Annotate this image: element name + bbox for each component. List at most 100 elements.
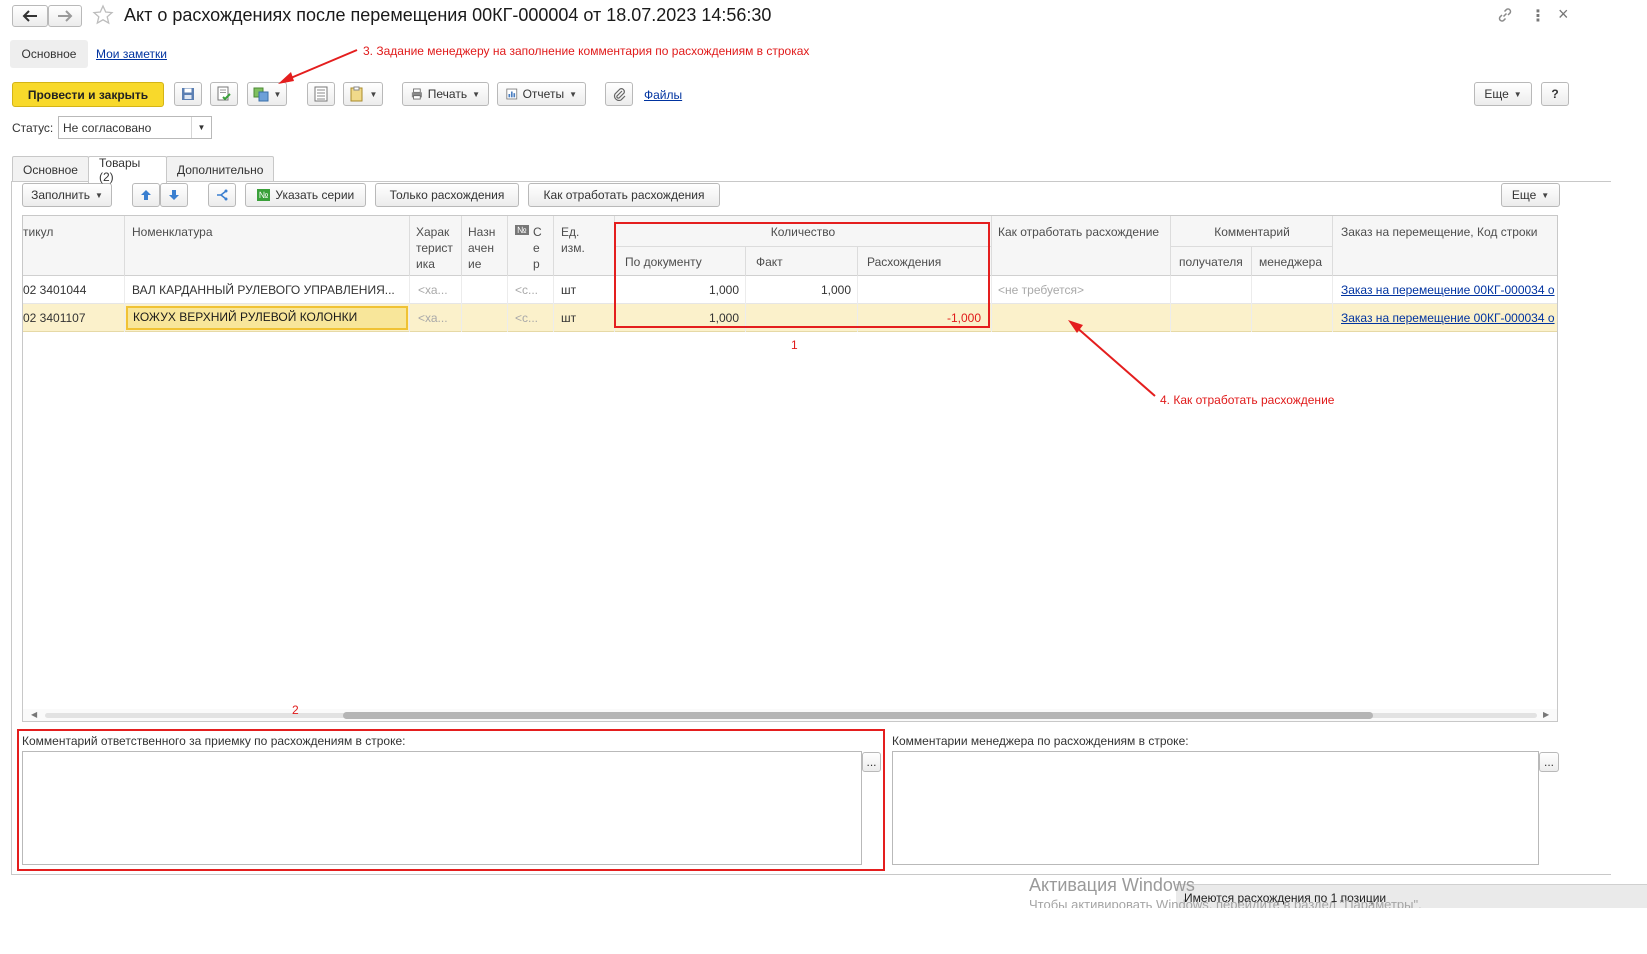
grid-line [1251, 246, 1252, 276]
arrow-down-icon [169, 190, 179, 200]
cell-characteristic: <ха... [418, 311, 448, 325]
link-icon[interactable] [1497, 7, 1513, 26]
header-order[interactable]: Заказ на перемещение, Код строки [1341, 224, 1538, 240]
windows-activation-title: Активация Windows [1029, 875, 1195, 895]
status-label: Статус: [12, 121, 54, 135]
fill-label: Заполнить [31, 188, 90, 202]
help-button[interactable]: ? [1541, 82, 1569, 106]
help-label: ? [1551, 87, 1559, 101]
header-series[interactable]: С е р [533, 224, 542, 272]
manager-comment-label: Комментарии менеджера по расхождениям в … [892, 734, 1189, 748]
cell-series: <с... [515, 283, 539, 297]
print-button[interactable]: Печать ▼ [402, 82, 489, 106]
header-unit[interactable]: Ед. изм. [561, 224, 593, 256]
status-select[interactable]: Не согласовано ▼ [58, 116, 212, 139]
tab-goods[interactable]: Товары (2) [88, 156, 167, 184]
reports-button[interactable]: Отчеты ▼ [497, 82, 586, 106]
header-purpose[interactable]: Назн ачен ие [468, 224, 502, 272]
grid-line [409, 216, 410, 276]
fill-button[interactable]: Заполнить ▼ [22, 183, 112, 207]
header-article[interactable]: тикул [23, 224, 53, 240]
specify-series-button[interactable]: № Указать серии [245, 183, 366, 207]
cell-order-link[interactable]: Заказ на перемещение 00КГ-000034 о [1341, 283, 1557, 297]
manager-comment-expand-button[interactable]: ... [1539, 752, 1559, 772]
save-icon [182, 88, 194, 100]
attach-file-button[interactable] [605, 82, 633, 106]
nav-notes-link[interactable]: Мои заметки [96, 47, 167, 61]
horizontal-scrollbar[interactable]: ◀ ▶ [23, 709, 1557, 721]
post-button[interactable] [210, 82, 238, 106]
tab-additional[interactable]: Дополнительно [166, 156, 274, 182]
close-icon[interactable]: × [1558, 4, 1569, 25]
grid-line [409, 276, 410, 332]
create-based-on-button[interactable]: ▼ [247, 82, 287, 106]
tab-additional-label: Дополнительно [177, 162, 264, 177]
manager-comment-expand-label: ... [1543, 755, 1554, 769]
save-button[interactable] [174, 82, 202, 106]
only-discrepancies-button[interactable]: Только расхождения [375, 183, 519, 207]
grid-line [507, 216, 508, 276]
favorite-star-icon[interactable] [92, 4, 114, 29]
create-based-on-icon [253, 87, 269, 102]
table-more-button[interactable]: Еще ▼ [1501, 183, 1560, 207]
forward-button[interactable] [48, 5, 82, 27]
annotation-quantity-box [614, 222, 990, 328]
cell-article: 02 3401044 [23, 283, 87, 297]
how-process-discrepancies-label: Как отработать расхождения [543, 188, 705, 202]
scroll-right-icon[interactable]: ▶ [1543, 710, 1549, 719]
windows-activation-subtitle: Чтобы активировать Windows, перейдите в … [1029, 897, 1422, 908]
paperclip-icon [613, 88, 626, 101]
header-comment: Комментарий [1214, 225, 1290, 239]
report-icon [506, 88, 518, 100]
post-and-close-label: Провести и закрыть [27, 87, 149, 102]
tab-main[interactable]: Основное [12, 156, 89, 182]
files-link[interactable]: Файлы [644, 88, 682, 102]
series-header-icon-label: № [517, 225, 527, 235]
move-down-button[interactable] [160, 183, 188, 207]
specify-series-label: Указать серии [275, 188, 355, 202]
more-vertical-icon[interactable]: ⋮ [1530, 6, 1546, 26]
post-document-icon [217, 86, 231, 101]
header-comment-recipient[interactable]: получателя [1179, 254, 1243, 270]
grid-line [991, 216, 992, 276]
header-nomenclature[interactable]: Номенклатура [132, 224, 213, 240]
how-process-discrepancies-button[interactable]: Как отработать расхождения [528, 183, 720, 207]
post-and-close-button[interactable]: Провести и закрыть [12, 82, 164, 107]
chevron-down-icon: ▼ [472, 89, 480, 99]
back-button[interactable] [12, 5, 48, 27]
more-button[interactable]: Еще ▼ [1474, 82, 1532, 106]
more-label: Еще [1484, 87, 1509, 101]
cell-nomenclature: КОЖУХ ВЕРХНИЙ РУЛЕВОЙ КОЛОНКИ [133, 310, 358, 324]
printer-icon [411, 88, 422, 100]
document-structure-button[interactable] [307, 82, 335, 106]
chevron-down-icon: ▼ [273, 89, 282, 99]
header-comment-manager[interactable]: менеджера [1259, 254, 1322, 270]
only-discrepancies-label: Только расхождения [389, 188, 505, 202]
grid-line [124, 216, 125, 276]
move-up-button[interactable] [132, 183, 160, 207]
header-how-process[interactable]: Как отработать расхождение [998, 224, 1159, 240]
grid-line [124, 276, 125, 332]
grid-line [991, 276, 992, 332]
cell-order-link[interactable]: Заказ на перемещение 00КГ-000034 о [1341, 311, 1557, 325]
split-icon [217, 189, 228, 201]
arrow-right-icon [58, 10, 73, 22]
attachments-dropdown-button[interactable]: ▼ [343, 82, 383, 106]
scrollbar-thumb[interactable] [343, 712, 1373, 719]
table-more-label: Еще [1511, 188, 1537, 202]
split-line-button[interactable] [208, 183, 236, 207]
annotation-2-label: 2 [292, 703, 299, 717]
cell-series: <с... [515, 311, 539, 325]
scroll-left-icon[interactable]: ◀ [31, 710, 37, 719]
arrow-up-icon [141, 190, 151, 200]
chevron-down-icon: ▼ [95, 190, 103, 200]
clipboard-icon [350, 86, 363, 102]
manager-comment-field[interactable] [892, 751, 1539, 865]
grid-line [507, 276, 508, 332]
chevron-down-icon: ▼ [1541, 190, 1550, 200]
header-characteristic[interactable]: Харак терист ика [416, 224, 458, 272]
nav-main-tab[interactable]: Основное [10, 40, 88, 68]
window-title: Акт о расхождениях после перемещения 00К… [124, 5, 772, 25]
cell-nomenclature: ВАЛ КАРДАННЫЙ РУЛЕВОГО УПРАВЛЕНИЯ... [132, 283, 395, 297]
chevron-down-icon[interactable]: ▼ [191, 117, 211, 138]
